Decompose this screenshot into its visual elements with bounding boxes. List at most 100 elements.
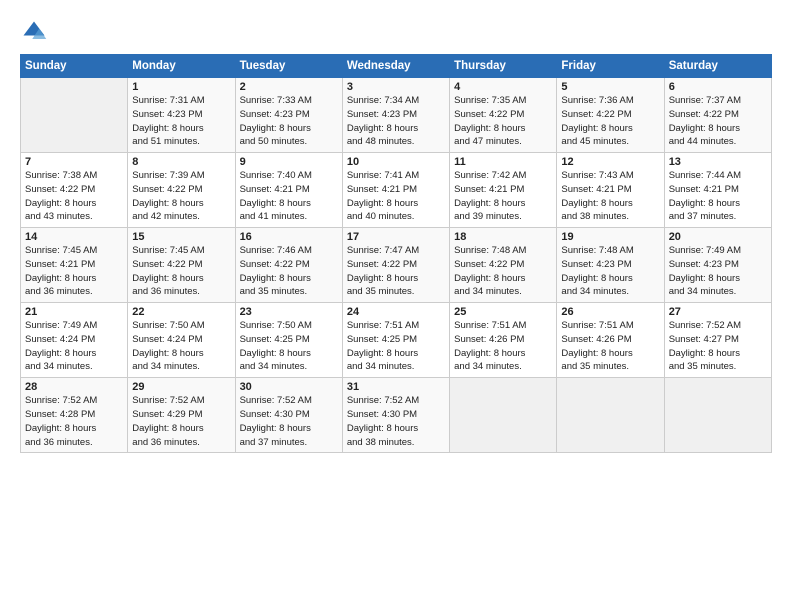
logo-icon — [20, 18, 48, 46]
day-info: Sunrise: 7:41 AM Sunset: 4:21 PM Dayligh… — [347, 169, 445, 224]
calendar-body: 1Sunrise: 7:31 AM Sunset: 4:23 PM Daylig… — [21, 78, 772, 453]
header — [20, 18, 772, 46]
calendar-cell: 2Sunrise: 7:33 AM Sunset: 4:23 PM Daylig… — [235, 78, 342, 153]
header-cell-tuesday: Tuesday — [235, 55, 342, 78]
day-number: 19 — [561, 231, 659, 243]
week-row-5: 28Sunrise: 7:52 AM Sunset: 4:28 PM Dayli… — [21, 378, 772, 453]
day-info: Sunrise: 7:52 AM Sunset: 4:30 PM Dayligh… — [347, 394, 445, 449]
day-info: Sunrise: 7:33 AM Sunset: 4:23 PM Dayligh… — [240, 94, 338, 149]
day-info: Sunrise: 7:52 AM Sunset: 4:29 PM Dayligh… — [132, 394, 230, 449]
day-number: 12 — [561, 156, 659, 168]
day-info: Sunrise: 7:45 AM Sunset: 4:22 PM Dayligh… — [132, 244, 230, 299]
day-number: 6 — [669, 81, 767, 93]
day-number: 26 — [561, 306, 659, 318]
day-number: 10 — [347, 156, 445, 168]
calendar-header: SundayMondayTuesdayWednesdayThursdayFrid… — [21, 55, 772, 78]
day-info: Sunrise: 7:50 AM Sunset: 4:24 PM Dayligh… — [132, 319, 230, 374]
week-row-4: 21Sunrise: 7:49 AM Sunset: 4:24 PM Dayli… — [21, 303, 772, 378]
calendar-cell: 8Sunrise: 7:39 AM Sunset: 4:22 PM Daylig… — [128, 153, 235, 228]
day-number: 13 — [669, 156, 767, 168]
day-info: Sunrise: 7:34 AM Sunset: 4:23 PM Dayligh… — [347, 94, 445, 149]
day-info: Sunrise: 7:44 AM Sunset: 4:21 PM Dayligh… — [669, 169, 767, 224]
header-cell-monday: Monday — [128, 55, 235, 78]
header-cell-friday: Friday — [557, 55, 664, 78]
calendar-cell: 29Sunrise: 7:52 AM Sunset: 4:29 PM Dayli… — [128, 378, 235, 453]
day-info: Sunrise: 7:48 AM Sunset: 4:22 PM Dayligh… — [454, 244, 552, 299]
day-info: Sunrise: 7:50 AM Sunset: 4:25 PM Dayligh… — [240, 319, 338, 374]
calendar-cell: 1Sunrise: 7:31 AM Sunset: 4:23 PM Daylig… — [128, 78, 235, 153]
calendar-cell: 20Sunrise: 7:49 AM Sunset: 4:23 PM Dayli… — [664, 228, 771, 303]
day-info: Sunrise: 7:46 AM Sunset: 4:22 PM Dayligh… — [240, 244, 338, 299]
day-number: 24 — [347, 306, 445, 318]
day-info: Sunrise: 7:45 AM Sunset: 4:21 PM Dayligh… — [25, 244, 123, 299]
day-info: Sunrise: 7:39 AM Sunset: 4:22 PM Dayligh… — [132, 169, 230, 224]
day-info: Sunrise: 7:36 AM Sunset: 4:22 PM Dayligh… — [561, 94, 659, 149]
calendar-cell: 15Sunrise: 7:45 AM Sunset: 4:22 PM Dayli… — [128, 228, 235, 303]
day-info: Sunrise: 7:49 AM Sunset: 4:23 PM Dayligh… — [669, 244, 767, 299]
calendar-cell: 6Sunrise: 7:37 AM Sunset: 4:22 PM Daylig… — [664, 78, 771, 153]
day-number: 17 — [347, 231, 445, 243]
calendar-cell: 28Sunrise: 7:52 AM Sunset: 4:28 PM Dayli… — [21, 378, 128, 453]
day-number: 3 — [347, 81, 445, 93]
calendar-cell: 13Sunrise: 7:44 AM Sunset: 4:21 PM Dayli… — [664, 153, 771, 228]
day-info: Sunrise: 7:35 AM Sunset: 4:22 PM Dayligh… — [454, 94, 552, 149]
day-number: 16 — [240, 231, 338, 243]
header-cell-sunday: Sunday — [21, 55, 128, 78]
day-info: Sunrise: 7:51 AM Sunset: 4:25 PM Dayligh… — [347, 319, 445, 374]
calendar-cell: 7Sunrise: 7:38 AM Sunset: 4:22 PM Daylig… — [21, 153, 128, 228]
day-number: 7 — [25, 156, 123, 168]
day-info: Sunrise: 7:52 AM Sunset: 4:27 PM Dayligh… — [669, 319, 767, 374]
calendar-cell: 26Sunrise: 7:51 AM Sunset: 4:26 PM Dayli… — [557, 303, 664, 378]
day-number: 14 — [25, 231, 123, 243]
day-info: Sunrise: 7:48 AM Sunset: 4:23 PM Dayligh… — [561, 244, 659, 299]
week-row-2: 7Sunrise: 7:38 AM Sunset: 4:22 PM Daylig… — [21, 153, 772, 228]
day-info: Sunrise: 7:51 AM Sunset: 4:26 PM Dayligh… — [454, 319, 552, 374]
calendar-cell: 22Sunrise: 7:50 AM Sunset: 4:24 PM Dayli… — [128, 303, 235, 378]
calendar-cell: 16Sunrise: 7:46 AM Sunset: 4:22 PM Dayli… — [235, 228, 342, 303]
calendar-cell — [21, 78, 128, 153]
day-number: 18 — [454, 231, 552, 243]
calendar-cell: 31Sunrise: 7:52 AM Sunset: 4:30 PM Dayli… — [342, 378, 449, 453]
calendar-cell: 19Sunrise: 7:48 AM Sunset: 4:23 PM Dayli… — [557, 228, 664, 303]
day-number: 2 — [240, 81, 338, 93]
header-cell-saturday: Saturday — [664, 55, 771, 78]
calendar-cell — [450, 378, 557, 453]
calendar-table: SundayMondayTuesdayWednesdayThursdayFrid… — [20, 54, 772, 453]
logo — [20, 18, 52, 46]
calendar-cell: 5Sunrise: 7:36 AM Sunset: 4:22 PM Daylig… — [557, 78, 664, 153]
day-number: 29 — [132, 381, 230, 393]
calendar-cell: 4Sunrise: 7:35 AM Sunset: 4:22 PM Daylig… — [450, 78, 557, 153]
day-info: Sunrise: 7:40 AM Sunset: 4:21 PM Dayligh… — [240, 169, 338, 224]
day-number: 11 — [454, 156, 552, 168]
calendar-cell: 12Sunrise: 7:43 AM Sunset: 4:21 PM Dayli… — [557, 153, 664, 228]
day-number: 15 — [132, 231, 230, 243]
day-info: Sunrise: 7:42 AM Sunset: 4:21 PM Dayligh… — [454, 169, 552, 224]
page: SundayMondayTuesdayWednesdayThursdayFrid… — [0, 0, 792, 612]
calendar-cell: 18Sunrise: 7:48 AM Sunset: 4:22 PM Dayli… — [450, 228, 557, 303]
day-info: Sunrise: 7:49 AM Sunset: 4:24 PM Dayligh… — [25, 319, 123, 374]
calendar-cell: 9Sunrise: 7:40 AM Sunset: 4:21 PM Daylig… — [235, 153, 342, 228]
day-info: Sunrise: 7:38 AM Sunset: 4:22 PM Dayligh… — [25, 169, 123, 224]
week-row-3: 14Sunrise: 7:45 AM Sunset: 4:21 PM Dayli… — [21, 228, 772, 303]
calendar-cell — [664, 378, 771, 453]
day-number: 21 — [25, 306, 123, 318]
calendar-cell: 21Sunrise: 7:49 AM Sunset: 4:24 PM Dayli… — [21, 303, 128, 378]
day-number: 4 — [454, 81, 552, 93]
day-info: Sunrise: 7:52 AM Sunset: 4:28 PM Dayligh… — [25, 394, 123, 449]
day-number: 25 — [454, 306, 552, 318]
header-cell-thursday: Thursday — [450, 55, 557, 78]
day-number: 28 — [25, 381, 123, 393]
calendar-cell: 23Sunrise: 7:50 AM Sunset: 4:25 PM Dayli… — [235, 303, 342, 378]
calendar-cell: 17Sunrise: 7:47 AM Sunset: 4:22 PM Dayli… — [342, 228, 449, 303]
day-number: 9 — [240, 156, 338, 168]
day-info: Sunrise: 7:43 AM Sunset: 4:21 PM Dayligh… — [561, 169, 659, 224]
day-number: 23 — [240, 306, 338, 318]
calendar-cell: 3Sunrise: 7:34 AM Sunset: 4:23 PM Daylig… — [342, 78, 449, 153]
calendar-cell — [557, 378, 664, 453]
day-info: Sunrise: 7:47 AM Sunset: 4:22 PM Dayligh… — [347, 244, 445, 299]
day-number: 31 — [347, 381, 445, 393]
day-number: 1 — [132, 81, 230, 93]
day-info: Sunrise: 7:31 AM Sunset: 4:23 PM Dayligh… — [132, 94, 230, 149]
day-info: Sunrise: 7:52 AM Sunset: 4:30 PM Dayligh… — [240, 394, 338, 449]
calendar-cell: 11Sunrise: 7:42 AM Sunset: 4:21 PM Dayli… — [450, 153, 557, 228]
